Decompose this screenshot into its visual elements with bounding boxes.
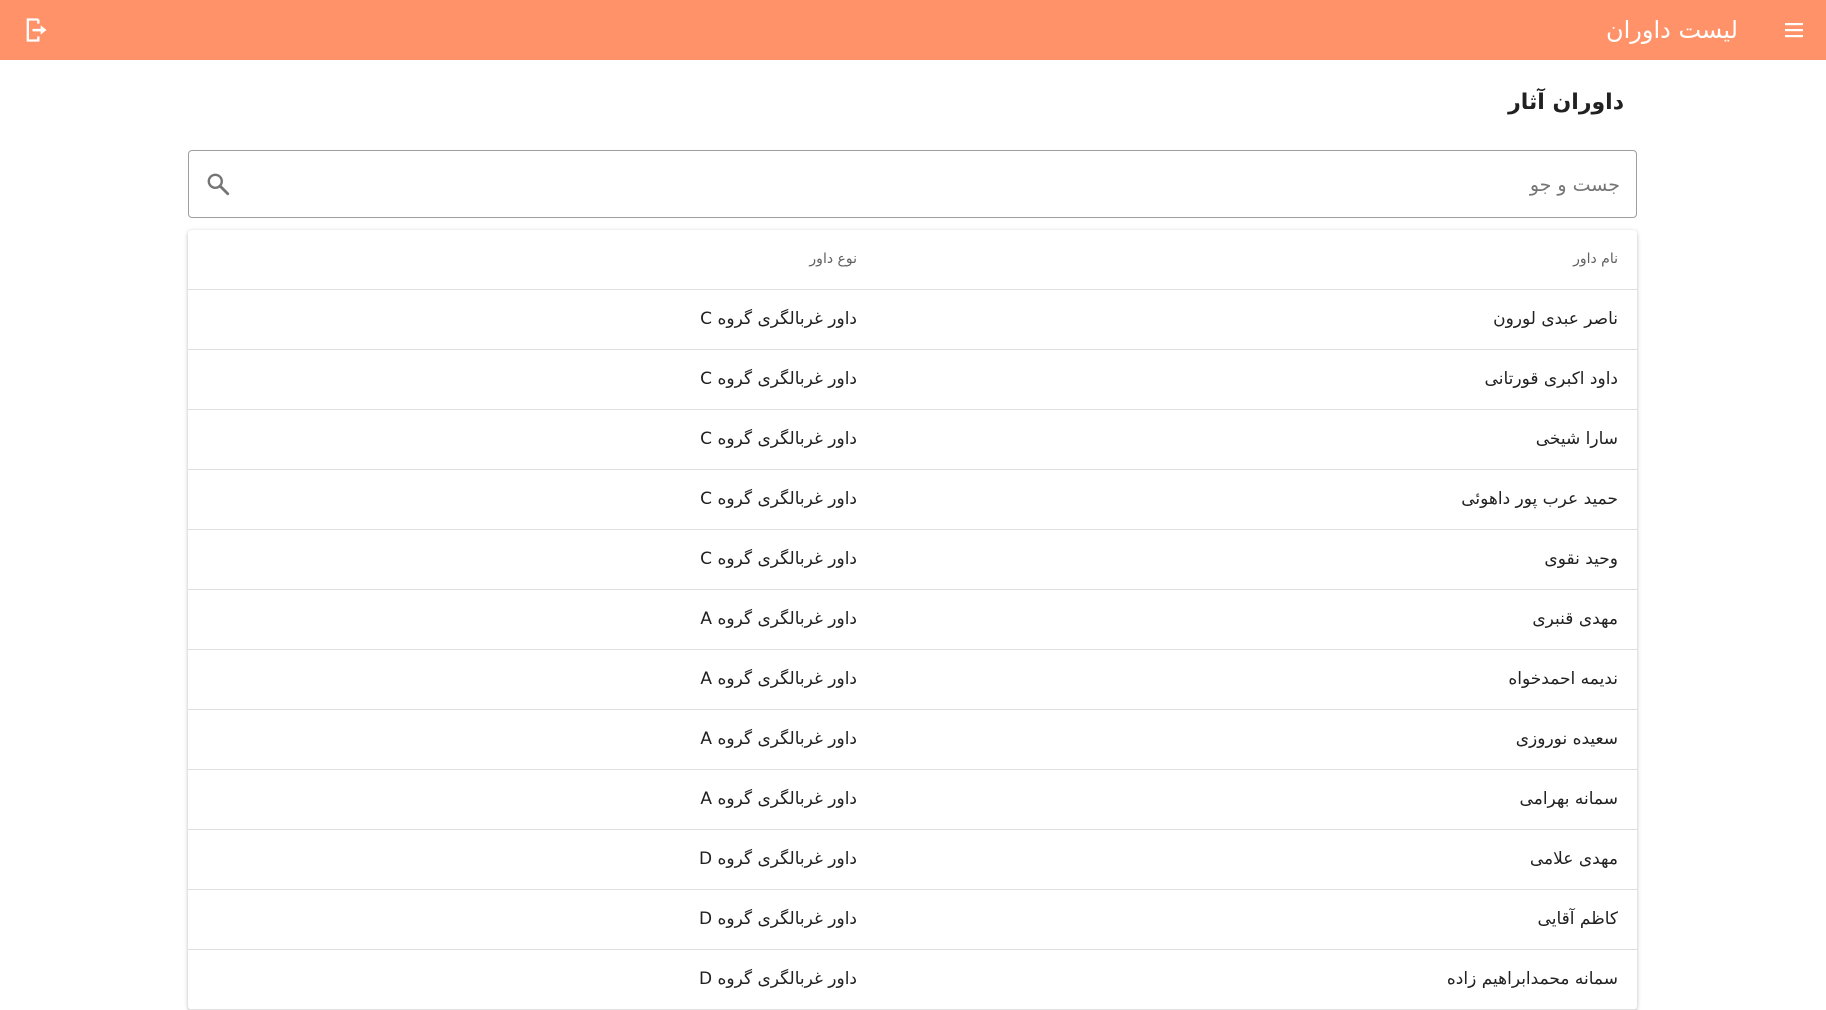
page-title: داوران آثار bbox=[1508, 90, 1624, 115]
judge-name-cell: وحید نقوی bbox=[1544, 549, 1618, 569]
app-title: لیست داوران bbox=[1606, 16, 1738, 44]
judge-type-cell: داور غربالگری گروه C bbox=[700, 429, 857, 449]
search-field[interactable] bbox=[188, 150, 1637, 219]
judge-type-cell: داور غربالگری گروه C bbox=[700, 489, 857, 509]
judge-type-cell: داور غربالگری گروه A bbox=[700, 789, 857, 809]
judge-name-cell: سمانه بهرامی bbox=[1519, 789, 1618, 809]
judge-name-cell: ندیمه احمدخواه bbox=[1508, 669, 1618, 689]
judge-type-cell: داور غربالگری گروه C bbox=[700, 309, 857, 329]
search-input[interactable] bbox=[288, 151, 1622, 219]
table-row[interactable]: ندیمه احمدخواه داور غربالگری گروه A bbox=[188, 650, 1637, 710]
hamburger-menu-icon bbox=[1785, 23, 1803, 38]
judge-type-cell: داور غربالگری گروه D bbox=[698, 909, 857, 929]
search-icon[interactable] bbox=[205, 171, 231, 197]
judge-type-cell: داور غربالگری گروه D bbox=[698, 969, 857, 989]
table-row[interactable]: مهدی علامی داور غربالگری گروه D bbox=[188, 830, 1637, 890]
judge-type-cell: داور غربالگری گروه C bbox=[700, 549, 857, 569]
table-row[interactable]: داود اکبری قورتانی داور غربالگری گروه C bbox=[188, 350, 1637, 410]
judge-name-cell: مهدی علامی bbox=[1529, 849, 1618, 869]
column-header-name[interactable]: نام داور bbox=[1573, 230, 1618, 289]
judge-name-cell: سمانه محمدابراهیم زاده bbox=[1446, 969, 1618, 989]
judge-name-cell: داود اکبری قورتانی bbox=[1484, 369, 1618, 389]
judges-table: نام داور نوع داور ناصر عبدی لورون داور غ… bbox=[188, 230, 1637, 1010]
judge-name-cell: سعیده نوروزی bbox=[1515, 729, 1618, 749]
table-row[interactable]: سعیده نوروزی داور غربالگری گروه A bbox=[188, 710, 1637, 770]
table-header-row: نام داور نوع داور bbox=[188, 230, 1637, 290]
table-row[interactable]: سمانه محمدابراهیم زاده داور غربالگری گرو… bbox=[188, 950, 1637, 1010]
column-header-type[interactable]: نوع داور bbox=[809, 230, 857, 289]
logout-button[interactable] bbox=[18, 12, 54, 48]
table-row[interactable]: مهدی قنبری داور غربالگری گروه A bbox=[188, 590, 1637, 650]
judge-type-cell: داور غربالگری گروه A bbox=[700, 729, 857, 749]
judge-name-cell: کاظم آقایی bbox=[1537, 909, 1618, 929]
logout-icon bbox=[26, 18, 47, 42]
judge-name-cell: مهدی قنبری bbox=[1532, 609, 1618, 629]
judge-name-cell: حمید عرب پور داهوئی bbox=[1461, 489, 1618, 509]
judge-type-cell: داور غربالگری گروه A bbox=[700, 669, 857, 689]
judge-name-cell: ناصر عبدی لورون bbox=[1493, 309, 1618, 329]
table-row[interactable]: وحید نقوی داور غربالگری گروه C bbox=[188, 530, 1637, 590]
table-row[interactable]: حمید عرب پور داهوئی داور غربالگری گروه C bbox=[188, 470, 1637, 530]
judge-name-cell: سارا شیخی bbox=[1535, 429, 1618, 449]
judge-type-cell: داور غربالگری گروه C bbox=[700, 369, 857, 389]
table-row[interactable]: کاظم آقایی داور غربالگری گروه D bbox=[188, 890, 1637, 950]
menu-button[interactable] bbox=[1776, 12, 1812, 48]
table-row[interactable]: سمانه بهرامی داور غربالگری گروه A bbox=[188, 770, 1637, 830]
app-bar: لیست داوران bbox=[0, 0, 1826, 60]
judge-type-cell: داور غربالگری گروه A bbox=[700, 609, 857, 629]
table-row[interactable]: سارا شیخی داور غربالگری گروه C bbox=[188, 410, 1637, 470]
judge-type-cell: داور غربالگری گروه D bbox=[698, 849, 857, 869]
table-row[interactable]: ناصر عبدی لورون داور غربالگری گروه C bbox=[188, 290, 1637, 350]
